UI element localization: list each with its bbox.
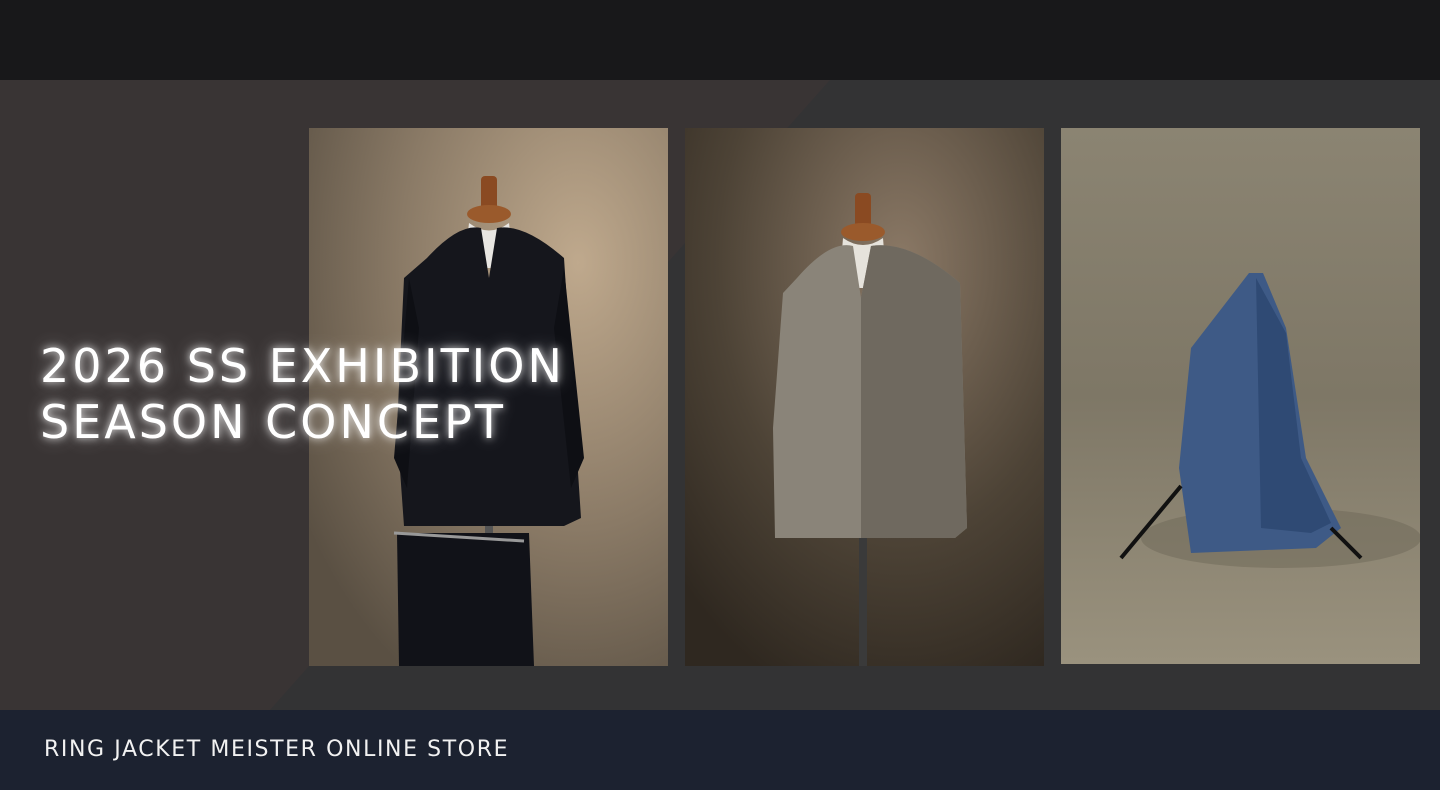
headline-line-2: SEASON CONCEPT: [40, 395, 506, 449]
hero-headline: 2026 SS EXHIBITION SEASON CONCEPT: [40, 338, 680, 450]
top-navigation-bar: [0, 0, 1440, 80]
footer-bar: RING JACKET MEISTER ONLINE STORE: [0, 710, 1440, 790]
photo-grey-jacket[interactable]: [685, 128, 1044, 666]
hero-banner[interactable]: 2026 SS EXHIBITION SEASON CONCEPT: [0, 80, 1440, 710]
photo-blue-jacket[interactable]: [1061, 128, 1420, 664]
headline-line-1: 2026 SS EXHIBITION: [40, 339, 565, 393]
store-name-link[interactable]: RING JACKET MEISTER ONLINE STORE: [44, 737, 509, 762]
